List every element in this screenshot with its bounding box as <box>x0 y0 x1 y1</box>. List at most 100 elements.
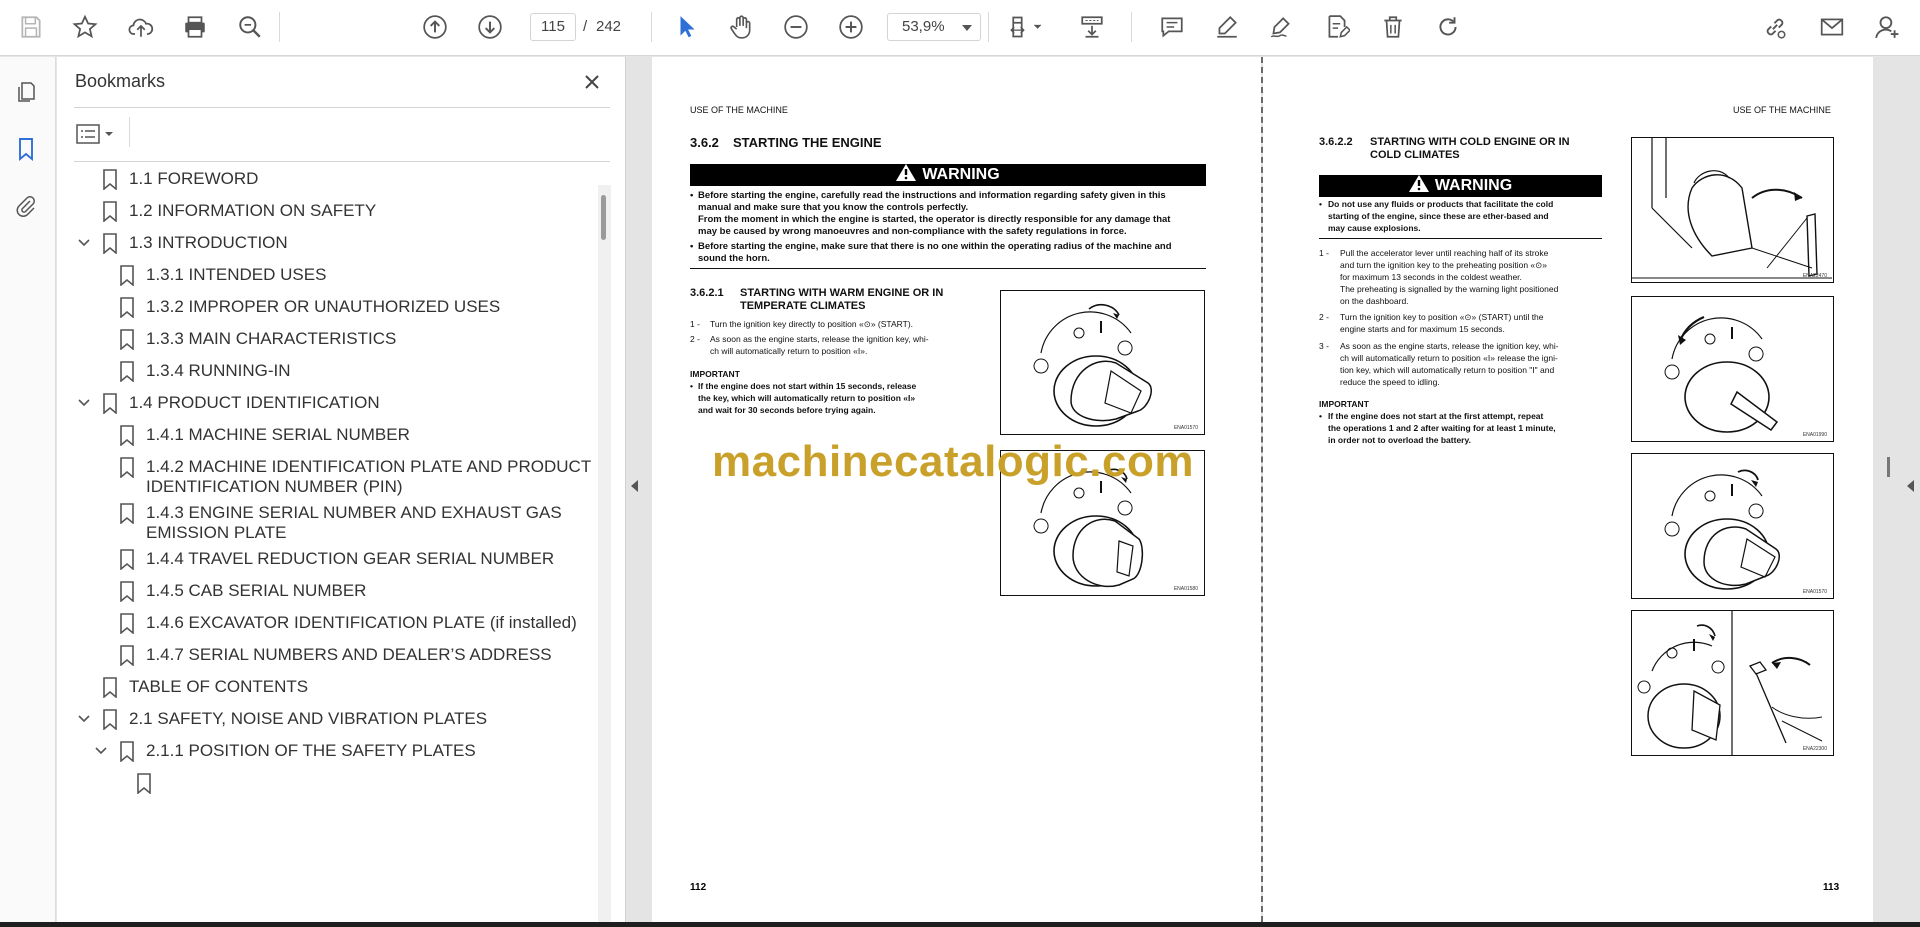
subsection-title: COLD CLIMATES <box>1370 149 1460 161</box>
close-panel-button[interactable] <box>577 67 607 97</box>
search-zoom-icon[interactable] <box>233 10 267 44</box>
scrollbar-thumb[interactable] <box>601 195 606 240</box>
print-icon[interactable] <box>178 10 212 44</box>
bookmark-item[interactable] <box>57 770 597 816</box>
important-text: the operations 1 and 2 after waiting for… <box>1328 423 1556 433</box>
bookmark-label: 1.4 PRODUCT IDENTIFICATION <box>129 393 380 412</box>
bookmark-star-icon[interactable] <box>68 10 102 44</box>
bookmarks-icon[interactable] <box>9 132 43 166</box>
fit-page-icon[interactable] <box>1003 10 1051 44</box>
step-text: for maximum 13 seconds in the coldest we… <box>1340 272 1522 282</box>
delete-icon[interactable] <box>1376 10 1410 44</box>
bookmark-item[interactable]: 1.4.3 ENGINE SERIAL NUMBER AND EXHAUST G… <box>57 500 597 546</box>
bookmarks-scrollbar[interactable] <box>598 185 611 927</box>
share-link-icon[interactable] <box>1758 10 1792 44</box>
toolbar-separator <box>651 12 652 42</box>
comment-icon[interactable] <box>1155 10 1189 44</box>
warning-label: WARNING <box>922 166 1000 183</box>
warning-icon <box>896 164 917 181</box>
toolbar-separator <box>988 12 989 42</box>
warning-banner: WARNING <box>690 164 1206 186</box>
ignition-switch-figure: ENA01570 <box>1000 290 1205 435</box>
bookmark-label: 1.3.4 RUNNING-IN <box>146 361 291 380</box>
chevron-down-icon[interactable] <box>94 744 108 758</box>
chevron-down-icon[interactable] <box>77 712 91 726</box>
warning-text-line: Do not use any fluids or products that f… <box>1328 199 1554 209</box>
bookmark-list: 1.1 FOREWORD 1.2 INFORMATION ON SAFETY 1.3… <box>57 166 597 916</box>
subsection-title: STARTING WITH COLD ENGINE OR IN <box>1370 136 1570 148</box>
page-up-icon[interactable] <box>418 10 452 44</box>
chevron-down-icon[interactable] <box>77 236 91 250</box>
bookmark-label: 1.4.7 SERIAL NUMBERS AND DEALER’S ADDRES… <box>146 645 552 664</box>
watermark-text: machinecatalogic.com <box>712 437 1194 486</box>
warning-text-line: may be caused by wrong manoeuvres and no… <box>698 226 1127 237</box>
step-number: 3 - <box>1319 341 1329 351</box>
scroll-mode-icon[interactable] <box>1075 10 1109 44</box>
step-text: ch will automatically return to position… <box>710 346 868 356</box>
figure-code: ENA01570 <box>1802 589 1827 595</box>
important-text: in order not to overload the battery. <box>1328 435 1471 445</box>
bookmark-label: 1.3.3 MAIN CHARACTERISTICS <box>146 329 397 348</box>
sign-icon[interactable] <box>1264 10 1298 44</box>
warning-text-line: manual and make sure that you know the c… <box>698 202 969 213</box>
bullet: • <box>690 241 694 252</box>
important-heading: IMPORTANT <box>1319 399 1369 409</box>
panel-toolbar-separator <box>129 117 130 147</box>
hand-icon[interactable] <box>724 10 758 44</box>
figure-code: ENA01580 <box>1173 586 1198 592</box>
right-pane-grip[interactable] <box>1887 457 1890 477</box>
bookmark-icon <box>103 677 117 698</box>
page-thumbnails-icon[interactable] <box>9 75 43 109</box>
zoom-in-icon[interactable] <box>834 10 868 44</box>
panel-title: Bookmarks <box>75 71 166 91</box>
chevron-down-icon[interactable] <box>77 396 91 410</box>
zoom-out-icon[interactable] <box>779 10 813 44</box>
bookmark-icon <box>120 297 134 318</box>
bookmark-icon <box>103 233 117 254</box>
bookmark-label: 1.3.1 INTENDED USES <box>146 265 327 284</box>
bookmark-icon <box>103 201 117 222</box>
attachments-icon[interactable] <box>9 189 43 223</box>
page-number: 112 <box>690 882 707 893</box>
expand-right-pane-icon[interactable] <box>1907 480 1914 492</box>
top-toolbar: 115 / 242 53,9% <box>0 0 1920 56</box>
page-running-header: USE OF THE MACHINE <box>690 105 788 115</box>
window-bottom-edge <box>0 922 1920 927</box>
bookmark-options-button[interactable] <box>75 119 119 149</box>
bookmark-icon <box>103 393 117 414</box>
bookmark-label: 1.1 FOREWORD <box>129 169 259 188</box>
step-text: Pull the accelerator lever until reachin… <box>1340 248 1549 258</box>
edit-pdf-icon[interactable] <box>1320 10 1354 44</box>
page-number-input[interactable]: 115 <box>530 13 576 41</box>
important-text: If the engine does not start at the firs… <box>1328 411 1544 421</box>
highlight-icon[interactable] <box>1210 10 1244 44</box>
page-down-icon[interactable] <box>473 10 507 44</box>
upload-icon[interactable] <box>124 10 158 44</box>
bookmark-label: 1.3 INTRODUCTION <box>129 233 288 252</box>
zoom-select[interactable]: 53,9% <box>887 13 981 41</box>
figure-code: ENA01990 <box>1802 432 1827 438</box>
important-text: and wait for 30 seconds before trying ag… <box>698 405 876 415</box>
collapse-left-pane-icon[interactable] <box>631 480 638 492</box>
save-icon[interactable] <box>14 10 48 44</box>
bullet: • <box>690 381 693 391</box>
email-icon[interactable] <box>1815 10 1849 44</box>
pdf-viewer-window: 115 / 242 53,9% Bookmarks 1.1 FOREWORD 1… <box>0 0 1920 927</box>
toolbar-separator <box>1131 12 1132 42</box>
rule <box>690 268 1206 269</box>
account-icon[interactable] <box>1870 10 1904 44</box>
section-title: STARTING THE ENGINE <box>733 135 882 150</box>
bookmark-label: EMISSION PLATE <box>146 523 287 542</box>
step-text: Turn the ignition key directly to positi… <box>710 319 914 329</box>
bookmark-item[interactable]: 1.4.2 MACHINE IDENTIFICATION PLATE AND P… <box>57 454 597 500</box>
subsection-title: TEMPERATE CLIMATES <box>740 300 866 312</box>
select-cursor-icon[interactable] <box>670 10 704 44</box>
warning-text-line: sound the horn. <box>698 253 770 264</box>
rotate-icon[interactable] <box>1431 10 1465 44</box>
section-number: 3.6.2 <box>690 135 719 150</box>
zoom-value: 53,9% <box>902 18 945 35</box>
bookmark-icon <box>120 265 134 286</box>
warning-icon <box>1408 175 1429 192</box>
bookmark-icon <box>120 741 134 762</box>
bookmark-icon <box>103 169 117 190</box>
